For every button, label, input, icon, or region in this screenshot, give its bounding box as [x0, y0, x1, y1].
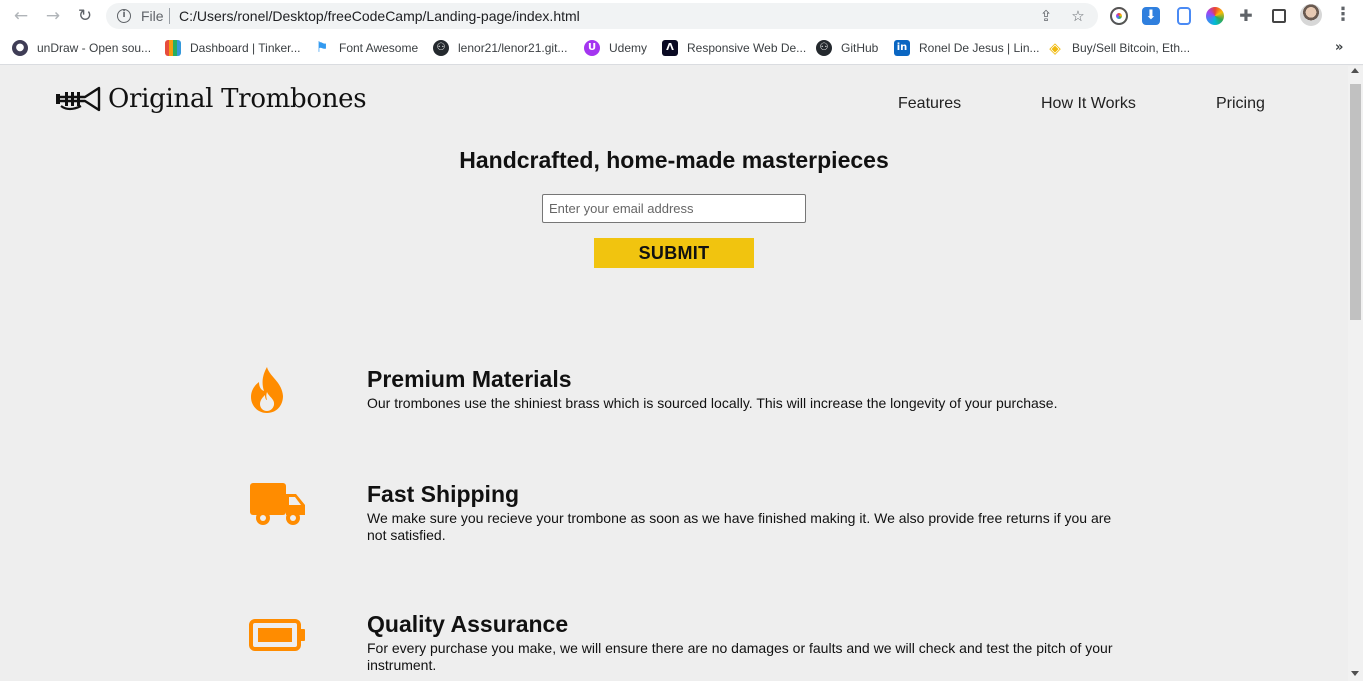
battery-icon	[249, 619, 307, 656]
bookmark-label: Font Awesome	[339, 41, 419, 55]
github-icon: ⚇	[433, 40, 449, 56]
flag-icon: ⚑	[315, 40, 329, 56]
binance-icon: ◈	[1049, 39, 1061, 57]
bookmark-label: Buy/Sell Bitcoin, Eth...	[1072, 41, 1191, 55]
back-arrow-icon[interactable]: ←	[11, 6, 31, 26]
bookmark-label: unDraw - Open sou...	[37, 41, 152, 55]
fire-icon	[249, 366, 285, 419]
more-bookmarks-chevron-icon[interactable]: »	[1335, 40, 1343, 55]
bookmark-font-awesome[interactable]: ⚑ Font Awesome	[314, 39, 418, 57]
landing-page: Original Trombones Features How It Works…	[0, 66, 1348, 681]
bookmark-github[interactable]: ⚇ GitHub	[816, 39, 878, 57]
forward-arrow-icon[interactable]: →	[43, 6, 63, 26]
hero-title: Handcrafted, home-made masterpieces	[459, 147, 889, 173]
header-logo[interactable]: Original Trombones	[55, 84, 367, 114]
submit-button[interactable]: SUBMIT	[594, 238, 754, 268]
download-extension-icon[interactable]: ⬇	[1142, 7, 1160, 25]
feature-title: Quality Assurance	[367, 611, 569, 637]
github-icon: ⚇	[816, 40, 832, 56]
share-icon[interactable]: ⇪	[1037, 7, 1055, 25]
freecodecamp-icon: Λ	[662, 40, 678, 56]
scroll-down-arrow-icon[interactable]	[1351, 671, 1359, 676]
file-scheme-label: File	[141, 8, 164, 24]
feature-description: Our trombones use the shiniest brass whi…	[367, 395, 1058, 411]
bookmarks-bar: ● unDraw - Open sou... Dashboard | Tinke…	[0, 32, 1363, 65]
bookmark-udemy[interactable]: U Udemy	[584, 39, 647, 57]
feature-description: We make sure you recieve your trombone a…	[367, 510, 1112, 543]
color-picker-extension-icon[interactable]	[1110, 7, 1128, 25]
nav-link-features[interactable]: Features	[898, 95, 961, 113]
bookmark-label: lenor21/lenor21.git...	[458, 41, 568, 55]
bookmark-label: Udemy	[609, 41, 648, 55]
logo-text: Original Trombones	[108, 84, 367, 114]
address-bar[interactable]: i File C:/Users/ronel/Desktop/freeCodeCa…	[106, 3, 1098, 29]
puzzle-extensions-icon[interactable]: ✚	[1237, 7, 1255, 25]
truck-icon	[249, 482, 307, 533]
bookmark-lenor21[interactable]: ⚇ lenor21/lenor21.git...	[433, 39, 567, 57]
url-text[interactable]: C:/Users/ronel/Desktop/freeCodeCamp/Land…	[179, 8, 580, 24]
bookmark-label: Responsive Web De...	[687, 41, 807, 55]
bookmark-label: GitHub	[841, 41, 879, 55]
site-info-icon[interactable]: i	[117, 9, 131, 23]
bookmark-undraw[interactable]: ● unDraw - Open sou...	[12, 39, 151, 57]
bookmark-responsive-web[interactable]: Λ Responsive Web De...	[662, 39, 806, 57]
email-input[interactable]	[542, 194, 806, 223]
feature-title: Fast Shipping	[367, 481, 520, 507]
undraw-icon: ●	[12, 40, 28, 56]
bookmark-label: Dashboard | Tinker...	[190, 41, 301, 55]
tinkercad-icon	[165, 40, 181, 56]
bookmark-star-icon[interactable]: ☆	[1069, 7, 1087, 25]
trumpet-logo-icon	[56, 86, 101, 112]
profile-avatar[interactable]	[1300, 4, 1322, 26]
scrollbar-thumb[interactable]	[1350, 84, 1361, 320]
scroll-up-arrow-icon[interactable]	[1351, 68, 1359, 73]
udemy-icon: U	[584, 40, 600, 56]
bookmark-tinkercad[interactable]: Dashboard | Tinker...	[165, 39, 301, 57]
omnibox-separator	[169, 8, 170, 24]
color-wheel-extension-icon[interactable]	[1206, 7, 1224, 25]
bookmark-binance[interactable]: ◈ Buy/Sell Bitcoin, Eth...	[1047, 39, 1190, 57]
reload-icon[interactable]: ↻	[75, 6, 95, 26]
bookmark-label: Ronel De Jesus | Lin...	[919, 41, 1040, 55]
page-scrollbar[interactable]	[1348, 66, 1363, 681]
bookmark-linkedin[interactable]: in Ronel De Jesus | Lin...	[894, 39, 1040, 57]
nav-link-pricing[interactable]: Pricing	[1216, 95, 1265, 113]
feature-title: Premium Materials	[367, 366, 572, 392]
side-panel-icon[interactable]	[1272, 9, 1286, 23]
linkedin-icon: in	[894, 40, 910, 56]
nav-link-how-it-works[interactable]: How It Works	[1041, 95, 1136, 113]
browser-menu-icon[interactable]: ⋮	[1334, 5, 1352, 25]
document-extension-icon[interactable]	[1177, 7, 1191, 25]
feature-description: For every purchase you make, we will ens…	[367, 640, 1113, 673]
browser-toolbar: ← → ↻ i File C:/Users/ronel/Desktop/free…	[0, 0, 1363, 32]
